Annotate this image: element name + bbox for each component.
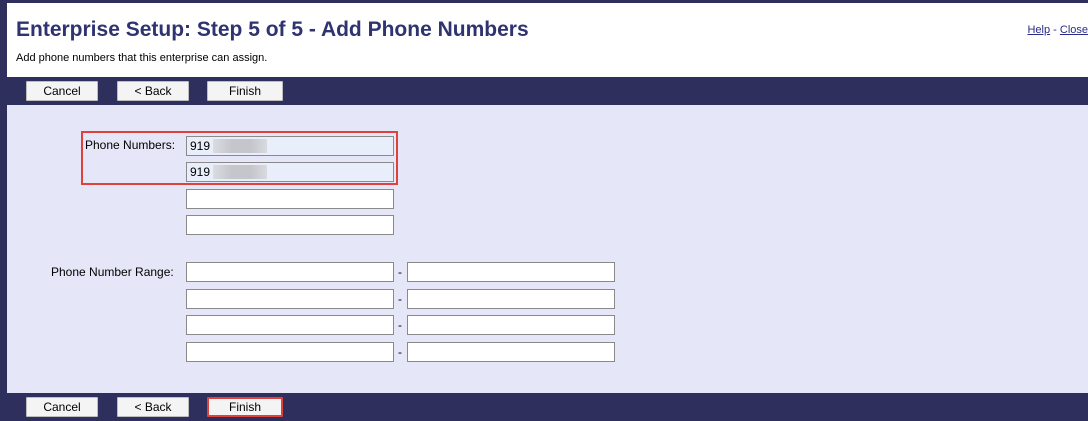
close-link[interactable]: Close <box>1060 24 1088 36</box>
range-dash: - <box>398 345 402 359</box>
phone-numbers-label: Phone Numbers: <box>85 138 176 152</box>
help-links: Help - Close <box>1027 24 1088 36</box>
phone-number-value: 919 <box>190 139 211 153</box>
page-title: Enterprise Setup: Step 5 of 5 - Add Phon… <box>16 18 529 41</box>
back-button[interactable]: < Back <box>117 81 189 101</box>
finish-button[interactable]: Finish <box>207 81 283 101</box>
range-to-input[interactable] <box>407 342 615 362</box>
phone-number-value: 919 <box>190 165 211 179</box>
cancel-button[interactable]: Cancel <box>26 81 98 101</box>
finish-button-highlighted[interactable]: Finish <box>207 397 283 417</box>
top-button-bar: Cancel < Back Finish <box>7 77 1088 105</box>
redacted-digits <box>213 165 268 179</box>
range-from-input[interactable] <box>186 262 394 282</box>
range-from-input[interactable] <box>186 315 394 335</box>
range-dash: - <box>398 265 402 279</box>
range-dash: - <box>398 292 402 306</box>
page-subtitle: Add phone numbers that this enterprise c… <box>16 52 268 64</box>
redacted-digits <box>213 139 268 153</box>
phone-number-input[interactable] <box>186 215 394 235</box>
bottom-button-bar: Cancel < Back Finish <box>7 393 1088 421</box>
phone-number-range-label: Phone Number Range: <box>51 265 174 279</box>
range-dash: - <box>398 318 402 332</box>
range-to-input[interactable] <box>407 315 615 335</box>
form-panel: Phone Numbers: 919 919 Phone Number Rang… <box>7 105 1088 393</box>
cancel-button[interactable]: Cancel <box>26 397 98 417</box>
phone-number-input[interactable] <box>186 189 394 209</box>
phone-number-input[interactable]: 919 <box>186 162 394 182</box>
range-from-input[interactable] <box>186 289 394 309</box>
range-to-input[interactable] <box>407 262 615 282</box>
phone-number-input[interactable]: 919 <box>186 136 394 156</box>
range-to-input[interactable] <box>407 289 615 309</box>
range-from-input[interactable] <box>186 342 394 362</box>
help-link[interactable]: Help <box>1027 24 1050 36</box>
back-button[interactable]: < Back <box>117 397 189 417</box>
link-separator: - <box>1053 24 1057 36</box>
